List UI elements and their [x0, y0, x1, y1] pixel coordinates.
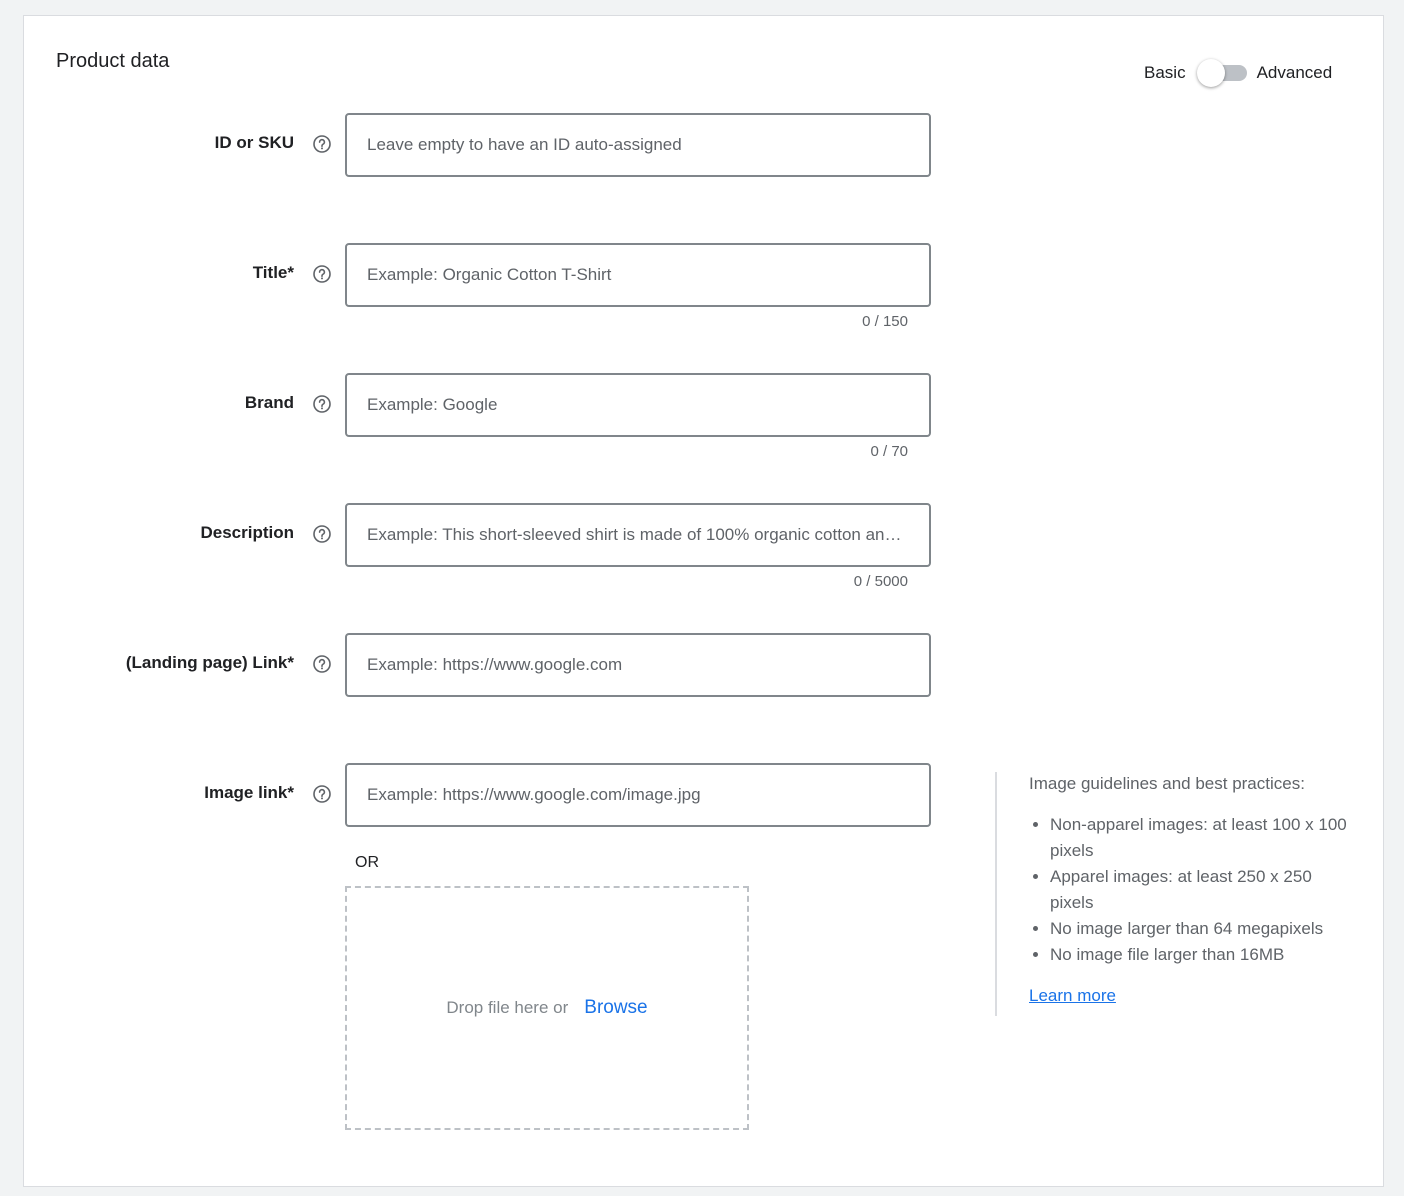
image-link-field[interactable] — [345, 763, 931, 827]
description-char-counter: 0 / 5000 — [853, 573, 908, 590]
basic-advanced-toggle: Basic Advanced — [1144, 58, 1332, 88]
description-field[interactable] — [345, 503, 931, 567]
mode-switch[interactable] — [1196, 59, 1247, 87]
basic-label: Basic — [1144, 63, 1186, 82]
description-label: Description — [200, 523, 294, 542]
title-label: Title* — [252, 263, 294, 282]
title-char-counter: 0 / 150 — [862, 313, 908, 330]
title-input[interactable] — [347, 245, 929, 305]
landing-link-label: (Landing page) Link* — [125, 653, 294, 672]
drop-file-text: Drop file here or — [446, 998, 569, 1017]
brand-field[interactable] — [345, 373, 931, 437]
title-field[interactable] — [345, 243, 931, 307]
guidelines-list: Non-apparel images: at least 100 x 100 p… — [1029, 812, 1355, 968]
guideline-item: No image file larger than 16MB — [1050, 942, 1355, 968]
help-circle-icon[interactable] — [312, 134, 332, 154]
brand-input[interactable] — [347, 375, 929, 435]
product-data-card: Product data Basic Advanced ID or SKU Ti… — [23, 15, 1384, 1187]
learn-more-link[interactable]: Learn more — [1029, 986, 1116, 1006]
help-circle-icon[interactable] — [312, 784, 332, 804]
landing-link-input[interactable] — [347, 635, 929, 695]
help-circle-icon[interactable] — [312, 394, 332, 414]
id-sku-label: ID or SKU — [214, 133, 294, 152]
or-separator: OR — [355, 854, 379, 871]
image-link-label: Image link* — [204, 783, 294, 802]
id-sku-input[interactable] — [347, 115, 929, 175]
landing-link-field[interactable] — [345, 633, 931, 697]
card-title: Product data — [56, 50, 170, 72]
browse-button[interactable]: Browse — [584, 997, 647, 1019]
guideline-item: No image larger than 64 megapixels — [1050, 916, 1355, 942]
help-circle-icon[interactable] — [312, 654, 332, 674]
guidelines-title: Image guidelines and best practices: — [1029, 774, 1305, 793]
help-circle-icon[interactable] — [312, 264, 332, 284]
id-sku-field[interactable] — [345, 113, 931, 177]
guideline-item: Non-apparel images: at least 100 x 100 p… — [1050, 812, 1355, 864]
switch-knob[interactable] — [1196, 59, 1225, 87]
image-dropzone[interactable]: Drop file here or Browse — [345, 886, 749, 1130]
brand-char-counter: 0 / 70 — [870, 443, 908, 460]
guideline-item: Apparel images: at least 250 x 250 pixel… — [1050, 864, 1355, 916]
help-circle-icon[interactable] — [312, 524, 332, 544]
description-input[interactable] — [347, 505, 929, 565]
image-guidelines-panel: Image guidelines and best practices: Non… — [995, 772, 1355, 1016]
brand-label: Brand — [244, 393, 294, 412]
advanced-label: Advanced — [1256, 63, 1333, 82]
image-link-input[interactable] — [347, 765, 929, 825]
